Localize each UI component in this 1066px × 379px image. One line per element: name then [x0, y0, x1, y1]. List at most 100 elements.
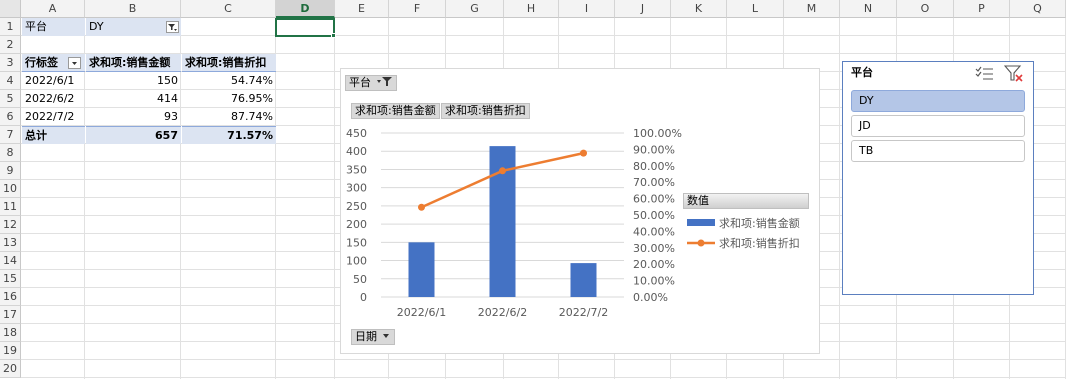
column-header-n[interactable]: N	[840, 0, 897, 18]
pivot-chart[interactable]: 平台 求和项:销售金额 求和项:销售折扣 0 50 100 150 200 250 300 3…	[340, 68, 820, 354]
column-header-m[interactable]: M	[784, 0, 840, 18]
pivot-row-discount[interactable]: 54.74%	[182, 72, 276, 90]
gridline-col	[839, 18, 840, 379]
left-axis-tick-label: 0	[360, 291, 367, 304]
pivot-header-discount: 求和项:销售折扣	[182, 54, 276, 72]
pivot-total-label[interactable]: 总计	[22, 126, 85, 144]
gridline-row	[21, 359, 1066, 360]
x-axis-tick-label: 2022/6/1	[397, 306, 446, 319]
row-header-18[interactable]: 18	[0, 324, 21, 342]
row-label-filter-button[interactable]	[68, 57, 81, 69]
fill-handle[interactable]	[331, 33, 336, 38]
right-axis-tick-label: 90.00%	[633, 143, 675, 156]
pivot-total-discount[interactable]: 71.57%	[182, 126, 276, 144]
row-header-1[interactable]: 1	[0, 18, 21, 36]
slicer-item-tb[interactable]: TB	[851, 140, 1025, 162]
pivot-row-amount[interactable]: 93	[86, 108, 181, 126]
column-header-p[interactable]: P	[954, 0, 1010, 18]
pivot-row-label[interactable]: 2022/6/2	[22, 90, 85, 108]
row-header-15[interactable]: 15	[0, 270, 21, 288]
legend-title-button[interactable]: 数值	[683, 193, 809, 209]
slicer-item-dy[interactable]: DY	[851, 90, 1025, 112]
pivot-header-amount: 求和项:销售金额	[86, 54, 181, 72]
line-point	[580, 149, 587, 157]
right-axis-tick-label: 30.00%	[633, 242, 675, 255]
pivot-row-discount[interactable]: 76.95%	[182, 90, 276, 108]
chart-axis-button-date[interactable]: 日期	[351, 329, 395, 345]
left-axis-tick-label: 450	[346, 127, 367, 140]
row-header-8[interactable]: 8	[0, 144, 21, 162]
row-header-19[interactable]: 19	[0, 342, 21, 360]
right-axis-tick-label: 50.00%	[633, 209, 675, 222]
row-header-2[interactable]: 2	[0, 36, 21, 54]
row-header-16[interactable]: 16	[0, 288, 21, 306]
multi-select-icon[interactable]	[975, 65, 995, 81]
row-header-6[interactable]: 6	[0, 108, 21, 126]
column-header-f[interactable]: F	[389, 0, 446, 18]
legend-label: 求和项:销售金额	[719, 216, 800, 230]
pivot-row-amount[interactable]: 414	[86, 90, 181, 108]
bar	[408, 242, 435, 297]
column-header-g[interactable]: G	[446, 0, 504, 18]
pivot-row-discount[interactable]: 87.74%	[182, 108, 276, 126]
column-header-q[interactable]: Q	[1010, 0, 1066, 18]
column-header-d[interactable]: D	[276, 0, 335, 18]
row-header-5[interactable]: 5	[0, 90, 21, 108]
gridline-row	[21, 377, 1066, 378]
active-cell-D1[interactable]	[275, 18, 335, 37]
column-header-k[interactable]: K	[671, 0, 727, 18]
row-header-13[interactable]: 13	[0, 234, 21, 252]
row-header-7[interactable]: 7	[0, 126, 21, 144]
left-axis-tick-label: 400	[346, 145, 367, 158]
right-axis-tick-label: 100.00%	[633, 127, 682, 140]
column-header-o[interactable]: O	[897, 0, 954, 18]
pivot-row-amount[interactable]: 150	[86, 72, 181, 90]
clear-filter-icon[interactable]	[1004, 64, 1024, 82]
legend-swatch-bar	[687, 219, 715, 226]
row-header-10[interactable]: 10	[0, 180, 21, 198]
pivot-total-amount[interactable]: 657	[86, 126, 181, 144]
pivot-row-label[interactable]: 2022/7/2	[22, 108, 85, 126]
column-header-i[interactable]: I	[559, 0, 615, 18]
line-point	[499, 167, 506, 175]
filter-funnel-icon	[168, 24, 177, 31]
legend-label: 求和项:销售折扣	[719, 236, 800, 250]
column-header-l[interactable]: L	[727, 0, 784, 18]
column-header-c[interactable]: C	[181, 0, 276, 18]
chart-plot: 0 50 100 150 200 250 300 350 400 450 0.00% 10.00% 20…	[346, 127, 800, 319]
slicer-title: 平台	[851, 66, 873, 79]
left-axis-tick-label: 350	[346, 163, 367, 176]
left-axis-tick-label: 50	[353, 273, 367, 286]
chevron-down-icon	[72, 62, 77, 65]
column-header-j[interactable]: J	[615, 0, 671, 18]
column-header-h[interactable]: H	[504, 0, 559, 18]
row-header-14[interactable]: 14	[0, 252, 21, 270]
x-axis-tick-label: 2022/6/2	[478, 306, 527, 319]
row-header-20[interactable]: 20	[0, 360, 21, 378]
column-header-b[interactable]: B	[85, 0, 181, 18]
right-axis-tick-label: 60.00%	[633, 193, 675, 206]
row-header-12[interactable]: 12	[0, 216, 21, 234]
bar	[570, 263, 597, 297]
left-axis-tick-label: 200	[346, 218, 367, 231]
pivot-row-label[interactable]: 2022/6/1	[22, 72, 85, 90]
right-axis-tick-label: 40.00%	[633, 225, 675, 238]
right-axis-tick-label: 80.00%	[633, 160, 675, 173]
right-axis-tick-label: 20.00%	[633, 258, 675, 271]
row-header-3[interactable]: 3	[0, 54, 21, 72]
row-header-17[interactable]: 17	[0, 306, 21, 324]
gridline-col	[334, 18, 335, 379]
select-all-corner[interactable]	[0, 0, 21, 18]
row-header-4[interactable]: 4	[0, 72, 21, 90]
slicer-item-jd[interactable]: JD	[851, 115, 1025, 137]
x-axis-tick-label: 2022/7/2	[559, 306, 608, 319]
row-header-11[interactable]: 11	[0, 198, 21, 216]
pivot-filter-label: 平台	[22, 18, 85, 36]
pivot-filter-button[interactable]	[166, 21, 179, 33]
column-header-e[interactable]: E	[335, 0, 389, 18]
column-header-a[interactable]: A	[21, 0, 85, 18]
left-axis-tick-label: 250	[346, 200, 367, 213]
right-axis-tick-label: 10.00%	[633, 275, 675, 288]
row-header-9[interactable]: 9	[0, 162, 21, 180]
platform-slicer[interactable]: 平台 DY JD TB	[842, 61, 1034, 295]
